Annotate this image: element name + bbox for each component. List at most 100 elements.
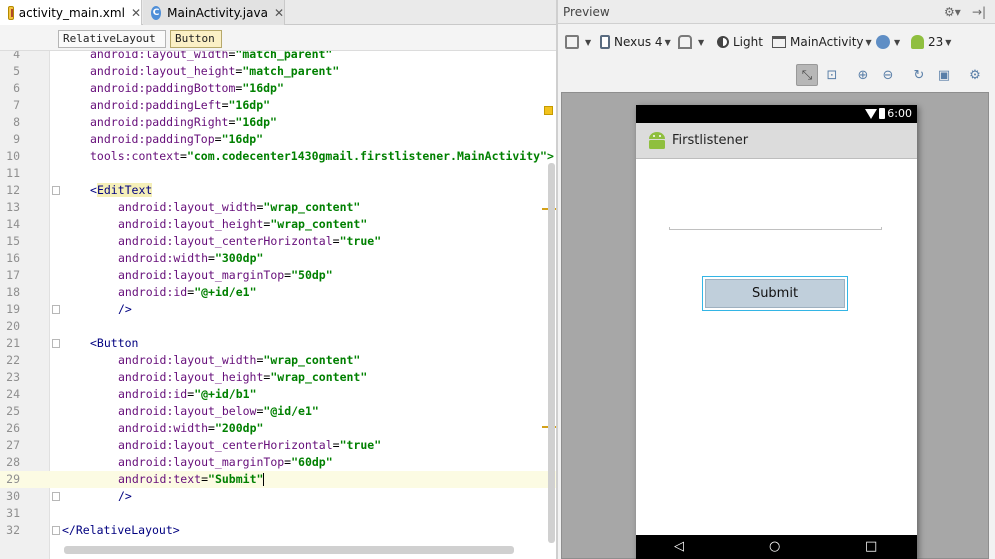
- tab-activity-main-xml[interactable]: activity_main.xml ✕: [0, 0, 142, 25]
- code-line[interactable]: 25 android:layout_below="@id/e1": [0, 403, 556, 420]
- zoom-out-icon[interactable]: ⊖: [877, 64, 899, 86]
- code-line[interactable]: 32 </RelativeLayout>: [0, 522, 556, 539]
- fold-marker-icon[interactable]: [52, 339, 60, 348]
- preview-canvas: 6:00 Firstlistener Submit ◁ ○ □: [561, 92, 989, 559]
- code-line[interactable]: 19 />: [0, 301, 556, 318]
- line-number: 15: [6, 234, 20, 248]
- home-icon[interactable]: ○: [769, 540, 780, 554]
- app-title: Firstlistener: [672, 133, 749, 148]
- code-line[interactable]: 27 android:layout_centerHorizontal="true": [0, 437, 556, 454]
- line-number: 13: [6, 200, 20, 214]
- code-line[interactable]: 24 android:id="@+id/b1": [0, 386, 556, 403]
- preview-settings-gear-icon[interactable]: ⚙: [964, 64, 986, 86]
- device-dropdown[interactable]: Nexus 4 ▼: [600, 33, 671, 51]
- breadcrumb-item-button[interactable]: Button: [170, 30, 222, 48]
- xml-tag: />: [118, 489, 132, 503]
- zoom-actual-size-icon[interactable]: ⊡: [821, 64, 843, 86]
- code-line[interactable]: 31: [0, 505, 556, 522]
- fold-marker-icon[interactable]: [52, 492, 60, 501]
- back-icon[interactable]: ◁: [674, 540, 684, 554]
- code-text: android:layout_height="match_parent": [90, 63, 339, 80]
- status-time: 6:00: [887, 107, 912, 120]
- breadcrumb-item-relativelayout[interactable]: RelativeLayout: [58, 30, 166, 48]
- hide-panel-icon[interactable]: →|: [972, 5, 986, 19]
- refresh-icon[interactable]: ↻: [908, 64, 930, 86]
- code-line[interactable]: 13 android:layout_width="wrap_content": [0, 199, 556, 216]
- code-editor[interactable]: 4 android:layout_width="match_parent" 5 and…: [0, 51, 556, 559]
- code-line[interactable]: 23 android:layout_height="wrap_content": [0, 369, 556, 386]
- tab-mainactivity-java[interactable]: C MainActivity.java ✕: [143, 0, 285, 25]
- code-line[interactable]: 10 tools:context="com.codecenter1430gmail…: [0, 148, 556, 165]
- equals-sign: =: [214, 132, 222, 146]
- theme-button[interactable]: Light: [717, 33, 763, 51]
- activity-label: MainActivity: [790, 35, 864, 49]
- code-line[interactable]: 29 android:text="Submit": [0, 471, 556, 488]
- warning-marker-icon[interactable]: [544, 106, 553, 115]
- line-number: 26: [6, 421, 20, 435]
- globe-icon: [876, 35, 890, 49]
- xml-value: "60dp": [291, 455, 333, 469]
- orientation-dropdown[interactable]: ▼: [678, 33, 704, 51]
- code-line[interactable]: 11: [0, 165, 556, 182]
- line-number: 28: [6, 455, 20, 469]
- code-line[interactable]: 12 <EditText: [0, 182, 556, 199]
- xml-attribute: android:text: [118, 472, 202, 486]
- code-line[interactable]: 6 android:paddingBottom="16dp": [0, 80, 556, 97]
- xml-value: "match_parent": [235, 51, 333, 61]
- line-number: 24: [6, 387, 20, 401]
- fold-marker-icon[interactable]: [52, 526, 60, 535]
- code-line[interactable]: 15 android:layout_centerHorizontal="true": [0, 233, 556, 250]
- code-line[interactable]: 21 <Button: [0, 335, 556, 352]
- activity-dropdown[interactable]: MainActivity ▼: [772, 33, 872, 51]
- code-line[interactable]: 22 android:layout_width="wrap_content": [0, 352, 556, 369]
- zoom-in-icon[interactable]: ⊕: [852, 64, 874, 86]
- line-number: 29: [6, 472, 20, 486]
- zoom-toolbar: ⤡ ⊡ ⊕ ⊖ ↻ ▣ ⚙: [558, 60, 995, 88]
- horizontal-scrollbar[interactable]: [64, 546, 514, 554]
- vertical-scrollbar[interactable]: [548, 163, 555, 543]
- code-line[interactable]: 5 android:layout_height="match_parent": [0, 63, 556, 80]
- code-line[interactable]: 26 android:width="200dp": [0, 420, 556, 437]
- preview-title: Preview: [563, 5, 610, 19]
- code-line[interactable]: 14 android:layout_height="wrap_content": [0, 216, 556, 233]
- tag-name-highlight: EditText: [96, 183, 153, 197]
- theme-icon: [717, 36, 729, 48]
- code-text: android:id="@+id/e1": [118, 284, 257, 301]
- xml-value: "Submit": [208, 472, 264, 486]
- zoom-to-fit-icon[interactable]: ⤡: [796, 64, 818, 86]
- submit-button[interactable]: Submit: [702, 276, 848, 311]
- settings-gear-icon[interactable]: ⚙▾: [944, 5, 961, 19]
- code-line[interactable]: 9 android:paddingTop="16dp": [0, 131, 556, 148]
- code-line[interactable]: 8 android:paddingRight="16dp": [0, 114, 556, 131]
- api-level-dropdown[interactable]: 23 ▼: [911, 33, 951, 51]
- recents-icon[interactable]: □: [865, 540, 877, 554]
- code-line[interactable]: 16 android:width="300dp": [0, 250, 556, 267]
- line-number: 30: [6, 489, 20, 503]
- code-line[interactable]: 17 android:layout_marginTop="50dp": [0, 267, 556, 284]
- phone-icon: [600, 35, 610, 49]
- code-line[interactable]: 20: [0, 318, 556, 335]
- code-line[interactable]: 28 android:layout_marginTop="60dp": [0, 454, 556, 471]
- configuration-dropdown[interactable]: ▼: [565, 33, 591, 51]
- code-line[interactable]: 4 android:layout_width="match_parent": [0, 51, 556, 63]
- xml-attribute: android:paddingLeft: [90, 98, 222, 112]
- fold-marker-icon[interactable]: [52, 305, 60, 314]
- code-line[interactable]: 30 />: [0, 488, 556, 505]
- activity-icon: [772, 36, 786, 48]
- code-line[interactable]: 7 android:paddingLeft="16dp": [0, 97, 556, 114]
- edit-text-field[interactable]: [669, 227, 882, 230]
- line-number: 11: [6, 166, 20, 180]
- close-icon[interactable]: ✕: [274, 6, 284, 20]
- code-line[interactable]: 18 android:id="@+id/e1": [0, 284, 556, 301]
- equals-sign: =: [221, 98, 229, 112]
- layout-config-icon: [565, 35, 579, 49]
- fold-marker-icon[interactable]: [52, 186, 60, 195]
- xml-attribute: android:layout_width: [118, 353, 257, 367]
- xml-attribute: android:layout_marginTop: [118, 455, 285, 469]
- code-text: android:width="300dp": [118, 250, 263, 267]
- close-icon[interactable]: ✕: [131, 6, 141, 20]
- xml-attribute: android:width: [118, 421, 209, 435]
- xml-attribute: android:layout_width: [90, 51, 229, 61]
- locale-dropdown[interactable]: ▼: [876, 33, 900, 51]
- screenshot-camera-icon[interactable]: ▣: [933, 64, 955, 86]
